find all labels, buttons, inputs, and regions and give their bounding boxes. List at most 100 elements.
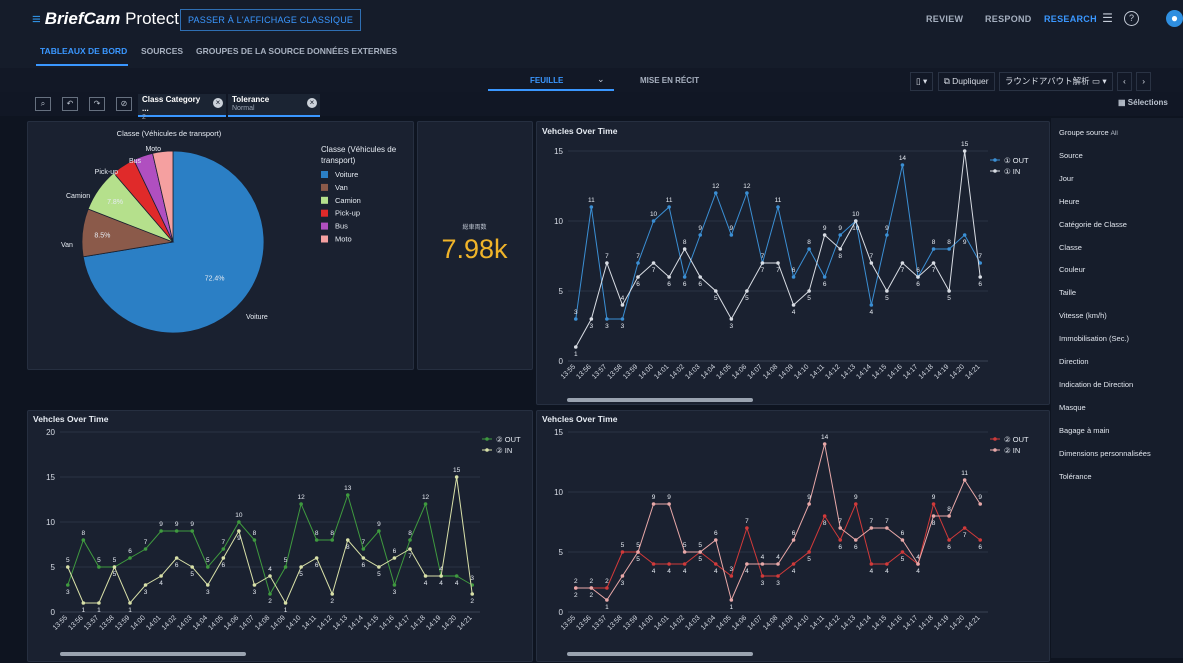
data-point [807,550,811,554]
data-label: 4 [652,568,656,575]
x-tick-label: 14:12 [316,614,333,631]
data-label: 5 [284,557,288,564]
data-label: 6 [838,544,842,551]
data-label: 7 [885,518,889,525]
data-point [698,275,703,279]
data-label: 6 [128,548,132,555]
data-label: 9 [652,494,656,501]
x-tick-label: 14:08 [762,363,779,380]
data-point [159,529,163,533]
data-label: 10 [852,225,860,232]
legend-label-moto: Moto [335,235,352,244]
data-label: 5 [299,571,303,578]
data-point [454,475,459,479]
x-tick-label: 14:06 [731,614,748,631]
data-label: 3 [66,589,70,596]
data-point [885,562,889,566]
x-tick-label: 13:55 [52,614,69,631]
y-tick-label: 0 [51,608,56,617]
x-tick-label: 14:19 [933,363,950,380]
data-point [729,574,734,578]
legend-swatch-pick-up [321,209,328,217]
data-label: 7 [901,267,905,274]
data-label: 5 [714,295,718,302]
data-point [97,565,101,569]
data-point [620,303,625,307]
x-tick-label: 13:55 [560,363,577,380]
data-label: 1 [284,607,288,614]
data-point [605,317,609,321]
legend-title-line1: Classe (Véhicules de [321,145,397,154]
data-point [853,538,858,542]
legend-marker-0 [993,437,997,441]
data-label: 6 [683,281,687,288]
data-label: 3 [253,589,257,596]
data-point [81,538,86,542]
x-tick-label: 14:05 [715,363,732,380]
x-tick-label: 14:14 [855,614,872,631]
x-tick-label: 13:59 [114,614,131,631]
data-label: 6 [978,544,982,551]
data-label: 5 [66,557,70,564]
x-tick-label: 13:57 [83,614,100,631]
data-label: 11 [666,197,673,204]
data-point [408,538,412,542]
data-point [745,526,749,530]
x-tick-label: 14:17 [394,614,411,631]
legend-label-1: ① IN [1004,167,1020,176]
x-tick-label: 14:09 [778,363,795,380]
data-label: 2 [574,592,578,599]
x-tick-label: 14:21 [456,614,473,631]
data-point [713,289,718,293]
data-point [760,261,765,265]
data-label: 7 [144,539,148,546]
data-label: 8 [683,239,687,246]
data-label: 9 [885,225,889,232]
data-point [745,191,749,195]
line-chart-2: Vehcles Over Time0510152013:5513:5613:57… [33,414,521,656]
data-point [159,574,163,578]
data-point [760,574,765,578]
data-label: 8 [932,239,936,246]
data-label: 6 [362,562,366,569]
data-point [791,538,796,542]
horizontal-scrollbar [567,398,753,402]
data-label: 6 [792,530,796,537]
data-point [605,261,609,265]
x-tick-label: 14:00 [638,614,655,631]
data-point [620,574,625,578]
data-label: 3 [776,580,780,587]
x-tick-label: 14:13 [840,363,857,380]
data-label: 4 [761,554,765,561]
data-point [947,247,951,251]
data-label: 7 [761,253,765,260]
x-tick-label: 14:21 [964,363,981,380]
data-label: 1 [574,351,578,358]
legend-marker-1 [485,448,489,452]
data-label: 4 [792,309,796,316]
data-label: 7 [932,267,936,274]
data-label: 5 [683,542,687,549]
data-point [807,247,811,251]
data-point [573,317,578,321]
x-tick-label: 14:14 [855,363,872,380]
data-label: 15 [453,467,461,474]
y-tick-label: 5 [51,563,56,572]
data-label: 5 [377,571,381,578]
x-tick-label: 14:11 [809,614,826,631]
x-tick-label: 14:01 [653,363,670,380]
data-point [330,538,335,542]
data-point [713,191,718,195]
data-point [667,562,671,566]
data-label: 9 [159,521,163,528]
data-label: 9 [190,521,194,528]
x-tick-label: 14:18 [918,363,935,380]
data-label: 6 [315,562,319,569]
data-label: 5 [190,571,194,578]
data-point [853,502,858,506]
x-tick-label: 14:09 [778,614,795,631]
data-point [573,586,578,590]
data-point [729,317,734,321]
data-label: 6 [667,281,671,288]
data-point [636,261,640,265]
